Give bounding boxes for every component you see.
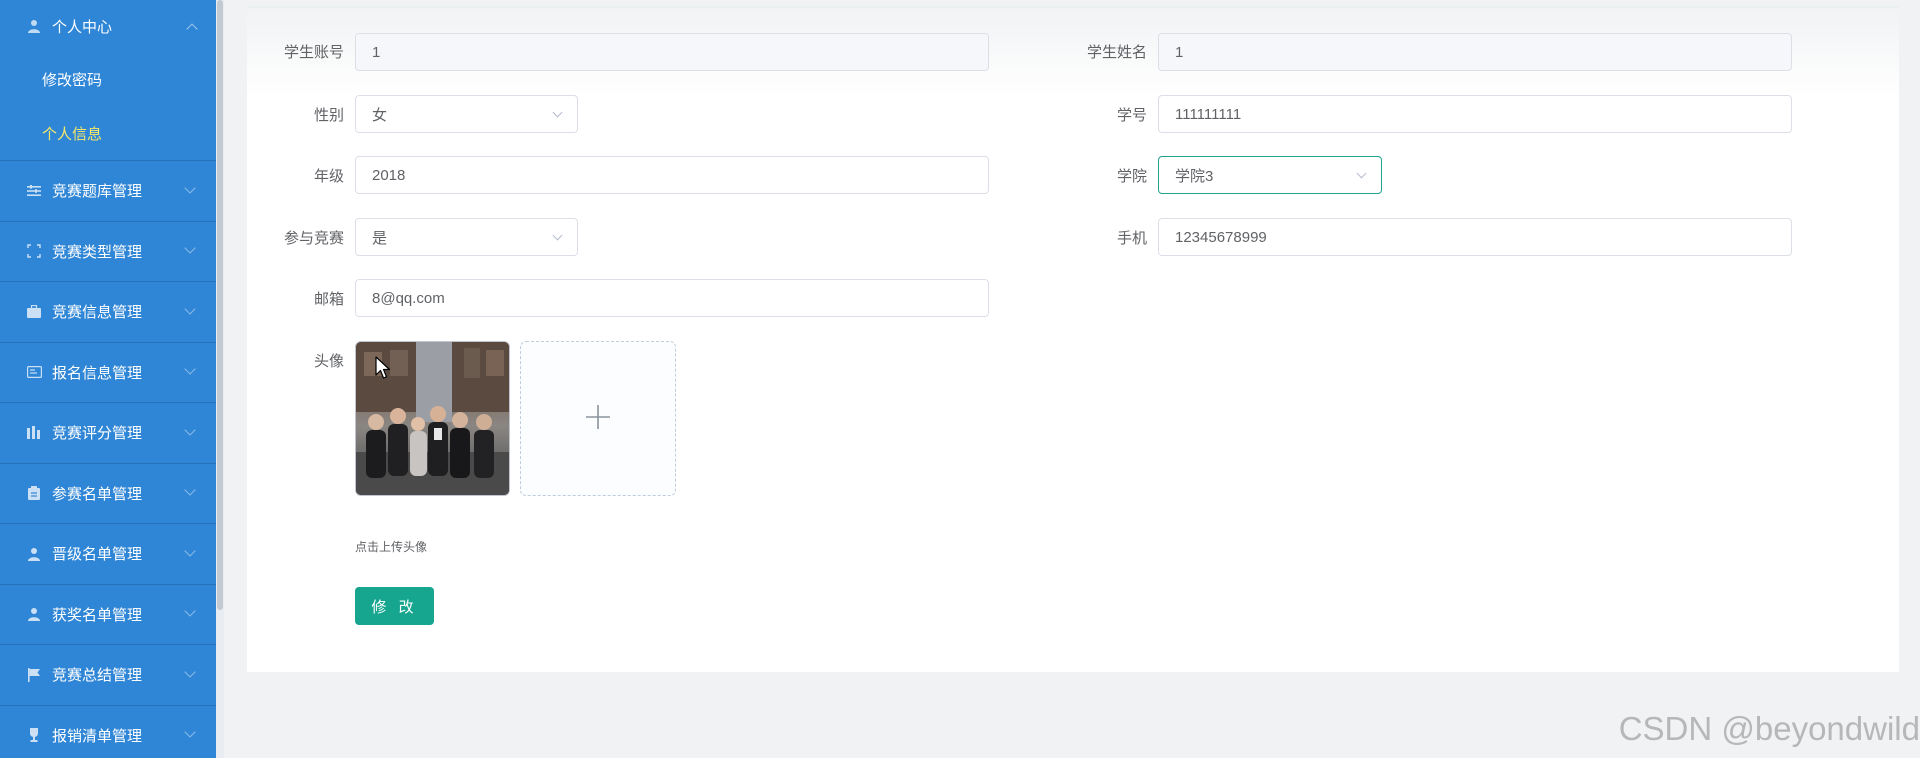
upload-tip: 点击上传头像 [355, 540, 428, 554]
bar-chart-icon [26, 425, 42, 441]
clipboard-icon [26, 485, 42, 501]
gender-value: 女 [372, 106, 388, 124]
student-name-input[interactable]: 1 [1158, 33, 1792, 71]
submenu-label: 修改密码 [42, 70, 103, 89]
grade-value: 2018 [372, 166, 406, 184]
submenu-item-personal-info[interactable]: 个人信息 [0, 106, 216, 160]
sidebar-item-scoring[interactable]: 竞赛评分管理 [0, 402, 216, 463]
sidebar-item-label: 竞赛类型管理 [52, 242, 143, 261]
sidebar-item-summary[interactable]: 竞赛总结管理 [0, 644, 216, 705]
sidebar-item-awards[interactable]: 获奖名单管理 [0, 583, 216, 645]
college-select[interactable]: 学院3 [1158, 156, 1382, 194]
chevron-down-icon [184, 605, 196, 617]
submenu-label: 个人信息 [42, 124, 103, 143]
chevron-down-icon [184, 424, 196, 436]
chevron-down-icon [184, 363, 196, 375]
chevron-down-icon [184, 182, 196, 194]
user-icon [26, 18, 42, 34]
sidebar-item-label: 获奖名单管理 [52, 605, 143, 624]
sidebar-item-info[interactable]: 竞赛信息管理 [0, 281, 216, 342]
mouse-cursor-icon [375, 356, 391, 384]
sidebar-menu-personal-center[interactable]: 个人中心 [0, 0, 216, 52]
submit-button[interactable]: 修 改 [355, 587, 434, 625]
grade-input[interactable]: 2018 [355, 156, 989, 194]
college-label: 学院 [1116, 168, 1147, 185]
sidebar-item-label: 参赛名单管理 [52, 484, 143, 503]
chevron-down-icon [1356, 168, 1367, 179]
user-icon [26, 606, 42, 622]
sidebar-item-reimbursement[interactable]: 报销清单管理 [0, 704, 216, 758]
sidebar-item-type[interactable]: 竞赛类型管理 [0, 220, 216, 282]
chevron-down-icon [184, 545, 196, 557]
chevron-down-icon [184, 303, 196, 315]
student-number-label: 学号 [1116, 107, 1147, 124]
participate-label: 参与竞赛 [283, 230, 344, 247]
sidebar-item-question-bank[interactable]: 竞赛题库管理 [0, 160, 216, 221]
sidebar-item-label: 晋级名单管理 [52, 545, 143, 564]
flag-icon [26, 667, 42, 683]
email-label: 邮箱 [313, 291, 344, 308]
sidebar-item-label: 竞赛总结管理 [52, 666, 143, 685]
id-card-icon [26, 364, 42, 380]
plus-icon [585, 404, 611, 434]
phone-value: 12345678999 [1175, 228, 1267, 246]
sidebar-item-label: 报名信息管理 [52, 363, 143, 382]
student-name-value: 1 [1175, 43, 1184, 61]
sidebar-header-label: 个人中心 [52, 17, 113, 36]
gender-select[interactable]: 女 [355, 95, 578, 133]
email-input[interactable]: 8@qq.com [355, 279, 989, 317]
chevron-down-icon [184, 242, 196, 254]
sidebar-item-label: 报销清单管理 [52, 726, 143, 745]
student-account-value: 1 [372, 43, 381, 61]
chevron-down-icon [184, 484, 196, 496]
briefcase-icon [26, 304, 42, 320]
chevron-down-icon [552, 230, 563, 241]
chevron-down-icon [184, 666, 196, 678]
grade-label: 年级 [313, 168, 344, 185]
sidebar: 个人中心 修改密码 个人信息 竞赛题库管理 竞赛类型管理 竞赛信息管理 报名信息… [0, 0, 216, 758]
student-account-input[interactable]: 1 [355, 33, 989, 71]
participate-select[interactable]: 是 [355, 218, 578, 256]
sidebar-item-label: 竞赛题库管理 [52, 182, 143, 201]
chevron-down-icon [552, 107, 563, 118]
list-icon [26, 183, 42, 199]
college-value: 学院3 [1175, 167, 1214, 185]
user-icon [26, 546, 42, 562]
avatar-upload-button[interactable] [520, 341, 676, 496]
chevron-down-icon [184, 726, 196, 738]
avatar-label: 头像 [313, 353, 344, 370]
student-name-label: 学生姓名 [1086, 44, 1147, 61]
sidebar-item-label: 竞赛信息管理 [52, 303, 143, 322]
phone-input[interactable]: 12345678999 [1158, 218, 1792, 256]
student-number-input[interactable]: 111111111 [1158, 95, 1792, 133]
participate-value: 是 [372, 229, 388, 247]
student-account-label: 学生账号 [283, 44, 344, 61]
sidebar-item-promotion[interactable]: 晋级名单管理 [0, 523, 216, 584]
sidebar-scrollbar-thumb[interactable] [217, 0, 223, 610]
student-number-value: 111111111 [1175, 105, 1242, 123]
sidebar-item-registration[interactable]: 报名信息管理 [0, 341, 216, 403]
sidebar-item-participants[interactable]: 参赛名单管理 [0, 462, 216, 524]
trophy-icon [26, 727, 42, 743]
submenu-item-change-password[interactable]: 修改密码 [0, 52, 216, 106]
phone-label: 手机 [1116, 230, 1147, 247]
gender-label: 性别 [313, 107, 344, 124]
chevron-up-icon [186, 23, 198, 35]
frame-icon [26, 243, 42, 259]
watermark: CSDN @beyondwild [1618, 710, 1920, 747]
sidebar-item-label: 竞赛评分管理 [52, 424, 143, 443]
email-value: 8@qq.com [372, 289, 445, 307]
